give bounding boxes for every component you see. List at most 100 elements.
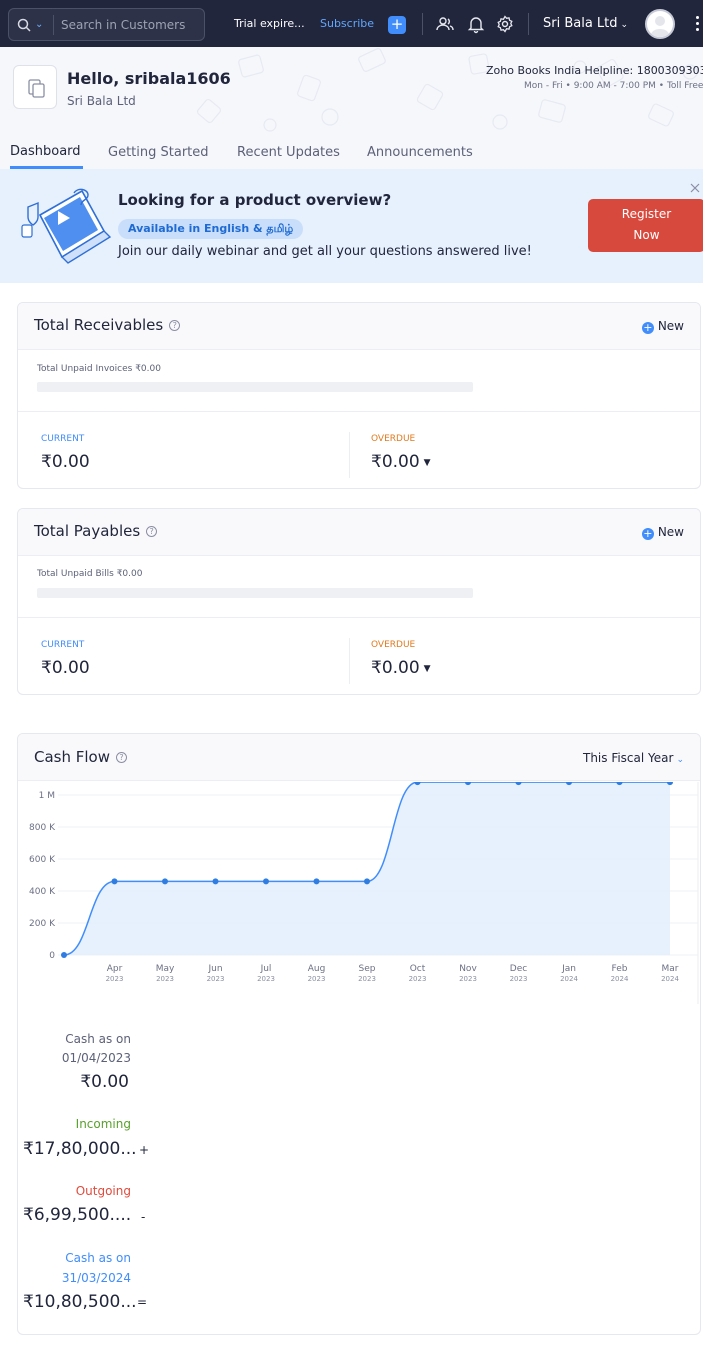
x-tick-month-label: Jun xyxy=(207,964,222,974)
search-icon[interactable] xyxy=(17,18,31,32)
caret-down-icon: ▼ xyxy=(423,458,431,468)
new-label: New xyxy=(657,319,684,333)
x-tick-month-label: Jan xyxy=(561,964,576,974)
receivables-title: Total Receivables xyxy=(34,316,164,334)
topbar-divider xyxy=(422,13,423,35)
card-header: Cash Flow? This Fiscal Year ⌄ xyxy=(18,734,700,781)
help-icon[interactable]: ? xyxy=(169,320,181,331)
new-bill-button[interactable]: + New xyxy=(641,525,684,540)
organization-switcher[interactable]: Sri Bala Ltd ⌄ xyxy=(543,16,628,31)
bell-icon[interactable] xyxy=(466,14,486,34)
helpline-text: Zoho Books India Helpline: 18003093036 xyxy=(486,64,703,77)
receivables-progress-bar xyxy=(37,382,473,392)
organization-subtitle: Sri Bala Ltd xyxy=(67,94,136,108)
tab-dashboard[interactable]: Dashboard xyxy=(10,144,81,159)
tab-getting-started[interactable]: Getting Started xyxy=(108,145,209,160)
app-menu-kebab-icon[interactable] xyxy=(696,16,700,32)
banner-title: Looking for a product overview? xyxy=(118,191,392,209)
breakdown-divider xyxy=(349,432,350,478)
y-tick-label: 200 K xyxy=(29,919,56,929)
x-tick-year-label: 2023 xyxy=(106,975,124,983)
plus-circle-icon: + xyxy=(641,527,654,540)
y-tick-label: 0 xyxy=(49,951,55,961)
cash-flow-area xyxy=(64,782,670,955)
card-title: Cash Flow? xyxy=(34,748,127,766)
x-tick-month-label: Dec xyxy=(510,964,527,974)
x-tick-year-label: 2024 xyxy=(560,975,578,983)
unpaid-invoices-text: Total Unpaid Invoices ₹0.00 xyxy=(37,364,161,374)
data-point xyxy=(263,878,269,885)
register-label-line2: Now xyxy=(633,228,660,242)
outgoing-value[interactable]: ₹6,99,500.... xyxy=(23,1205,131,1225)
banner-description: Join our daily webinar and get all your … xyxy=(118,244,532,259)
x-tick-year-label: 2023 xyxy=(156,975,174,983)
caret-down-icon: ▼ xyxy=(423,664,431,674)
register-now-button[interactable]: Register Now xyxy=(588,199,703,252)
help-icon[interactable]: ? xyxy=(116,752,127,763)
current-amount[interactable]: ₹0.00 xyxy=(41,452,90,472)
overdue-amount: ₹0.00 xyxy=(371,452,420,472)
x-tick-year-label: 2023 xyxy=(358,975,376,983)
incoming-label: Incoming xyxy=(75,1117,131,1131)
payables-breakdown: CURRENT ₹0.00 OVERDUE ₹0.00 ▼ xyxy=(18,617,700,694)
tab-announcements[interactable]: Announcements xyxy=(367,145,473,160)
tab-recent-updates[interactable]: Recent Updates xyxy=(237,145,340,160)
payables-progress-bar xyxy=(37,588,473,598)
plus-circle-icon: + xyxy=(641,321,654,334)
help-icon[interactable]: ? xyxy=(146,526,158,537)
new-label: New xyxy=(657,525,684,539)
cashflow-title: Cash Flow xyxy=(34,748,110,766)
quick-create-button[interactable]: + xyxy=(388,16,406,34)
y-tick-label: 1 M xyxy=(39,791,55,801)
x-tick-month-label: Apr xyxy=(107,964,123,974)
breakdown-divider xyxy=(349,638,350,684)
y-tick-label: 400 K xyxy=(29,887,56,897)
current-label: CURRENT xyxy=(41,640,85,650)
helpline-hours: Mon - Fri • 9:00 AM - 7:00 PM • Toll Fre… xyxy=(524,81,703,91)
x-tick-month-label: Aug xyxy=(308,964,326,974)
top-navigation-bar: ⌄ Trial expire... Subscribe + Sri Bala L… xyxy=(0,0,703,47)
referral-users-icon[interactable] xyxy=(435,14,455,34)
new-invoice-button[interactable]: + New xyxy=(641,319,684,334)
closing-cash-label: Cash as on 31/03/2024 xyxy=(61,1251,131,1285)
document-copy-icon xyxy=(28,79,45,98)
plus-operator: + xyxy=(139,1143,150,1157)
user-silhouette-icon xyxy=(650,16,670,37)
dashboard-tabs: Dashboard Getting Started Recent Updates… xyxy=(0,136,703,169)
gear-icon[interactable] xyxy=(495,14,515,34)
total-receivables-card: Total Receivables? + New Total Unpaid Inv… xyxy=(17,302,701,489)
equals-operator: = xyxy=(137,1295,148,1309)
outgoing-label: Outgoing xyxy=(75,1184,131,1198)
overdue-amount: ₹0.00 xyxy=(371,658,420,678)
x-tick-year-label: 2023 xyxy=(207,975,225,983)
current-label: CURRENT xyxy=(41,434,85,444)
user-avatar[interactable] xyxy=(645,9,675,39)
overdue-label: OVERDUE xyxy=(371,434,416,444)
search-input[interactable] xyxy=(61,15,201,35)
close-icon[interactable] xyxy=(690,183,700,193)
overdue-amount-dropdown[interactable]: ₹0.00 ▼ xyxy=(371,452,431,472)
card-header: Total Receivables? + New xyxy=(18,303,700,350)
payables-title: Total Payables xyxy=(34,522,141,540)
current-amount[interactable]: ₹0.00 xyxy=(41,658,90,678)
receivables-breakdown: CURRENT ₹0.00 OVERDUE ₹0.00 ▼ xyxy=(18,411,700,488)
organization-logo-placeholder[interactable] xyxy=(13,65,57,109)
search-box[interactable]: ⌄ xyxy=(8,8,205,41)
data-point xyxy=(364,878,370,885)
chevron-down-icon[interactable]: ⌄ xyxy=(35,19,43,30)
x-tick-year-label: 2023 xyxy=(409,975,427,983)
x-tick-month-label: Jul xyxy=(260,964,272,974)
data-point xyxy=(111,878,118,885)
incoming-value[interactable]: ₹17,80,000... xyxy=(23,1139,137,1159)
trial-status[interactable]: Trial expire... xyxy=(234,17,305,30)
subscribe-link[interactable]: Subscribe xyxy=(320,17,374,30)
minus-operator: - xyxy=(141,1210,146,1224)
closing-cash-value: ₹10,80,500... xyxy=(23,1292,137,1312)
fiscal-period-dropdown[interactable]: This Fiscal Year ⌄ xyxy=(583,751,684,765)
topbar-divider xyxy=(528,13,529,35)
greeting-title: Hello, sribala1606 xyxy=(67,69,231,88)
opening-cash-label: Cash as on 01/04/2023 xyxy=(61,1032,131,1065)
card-title: Total Receivables? xyxy=(34,316,181,334)
card-title: Total Payables? xyxy=(34,522,158,540)
overdue-amount-dropdown[interactable]: ₹0.00 ▼ xyxy=(371,658,431,678)
